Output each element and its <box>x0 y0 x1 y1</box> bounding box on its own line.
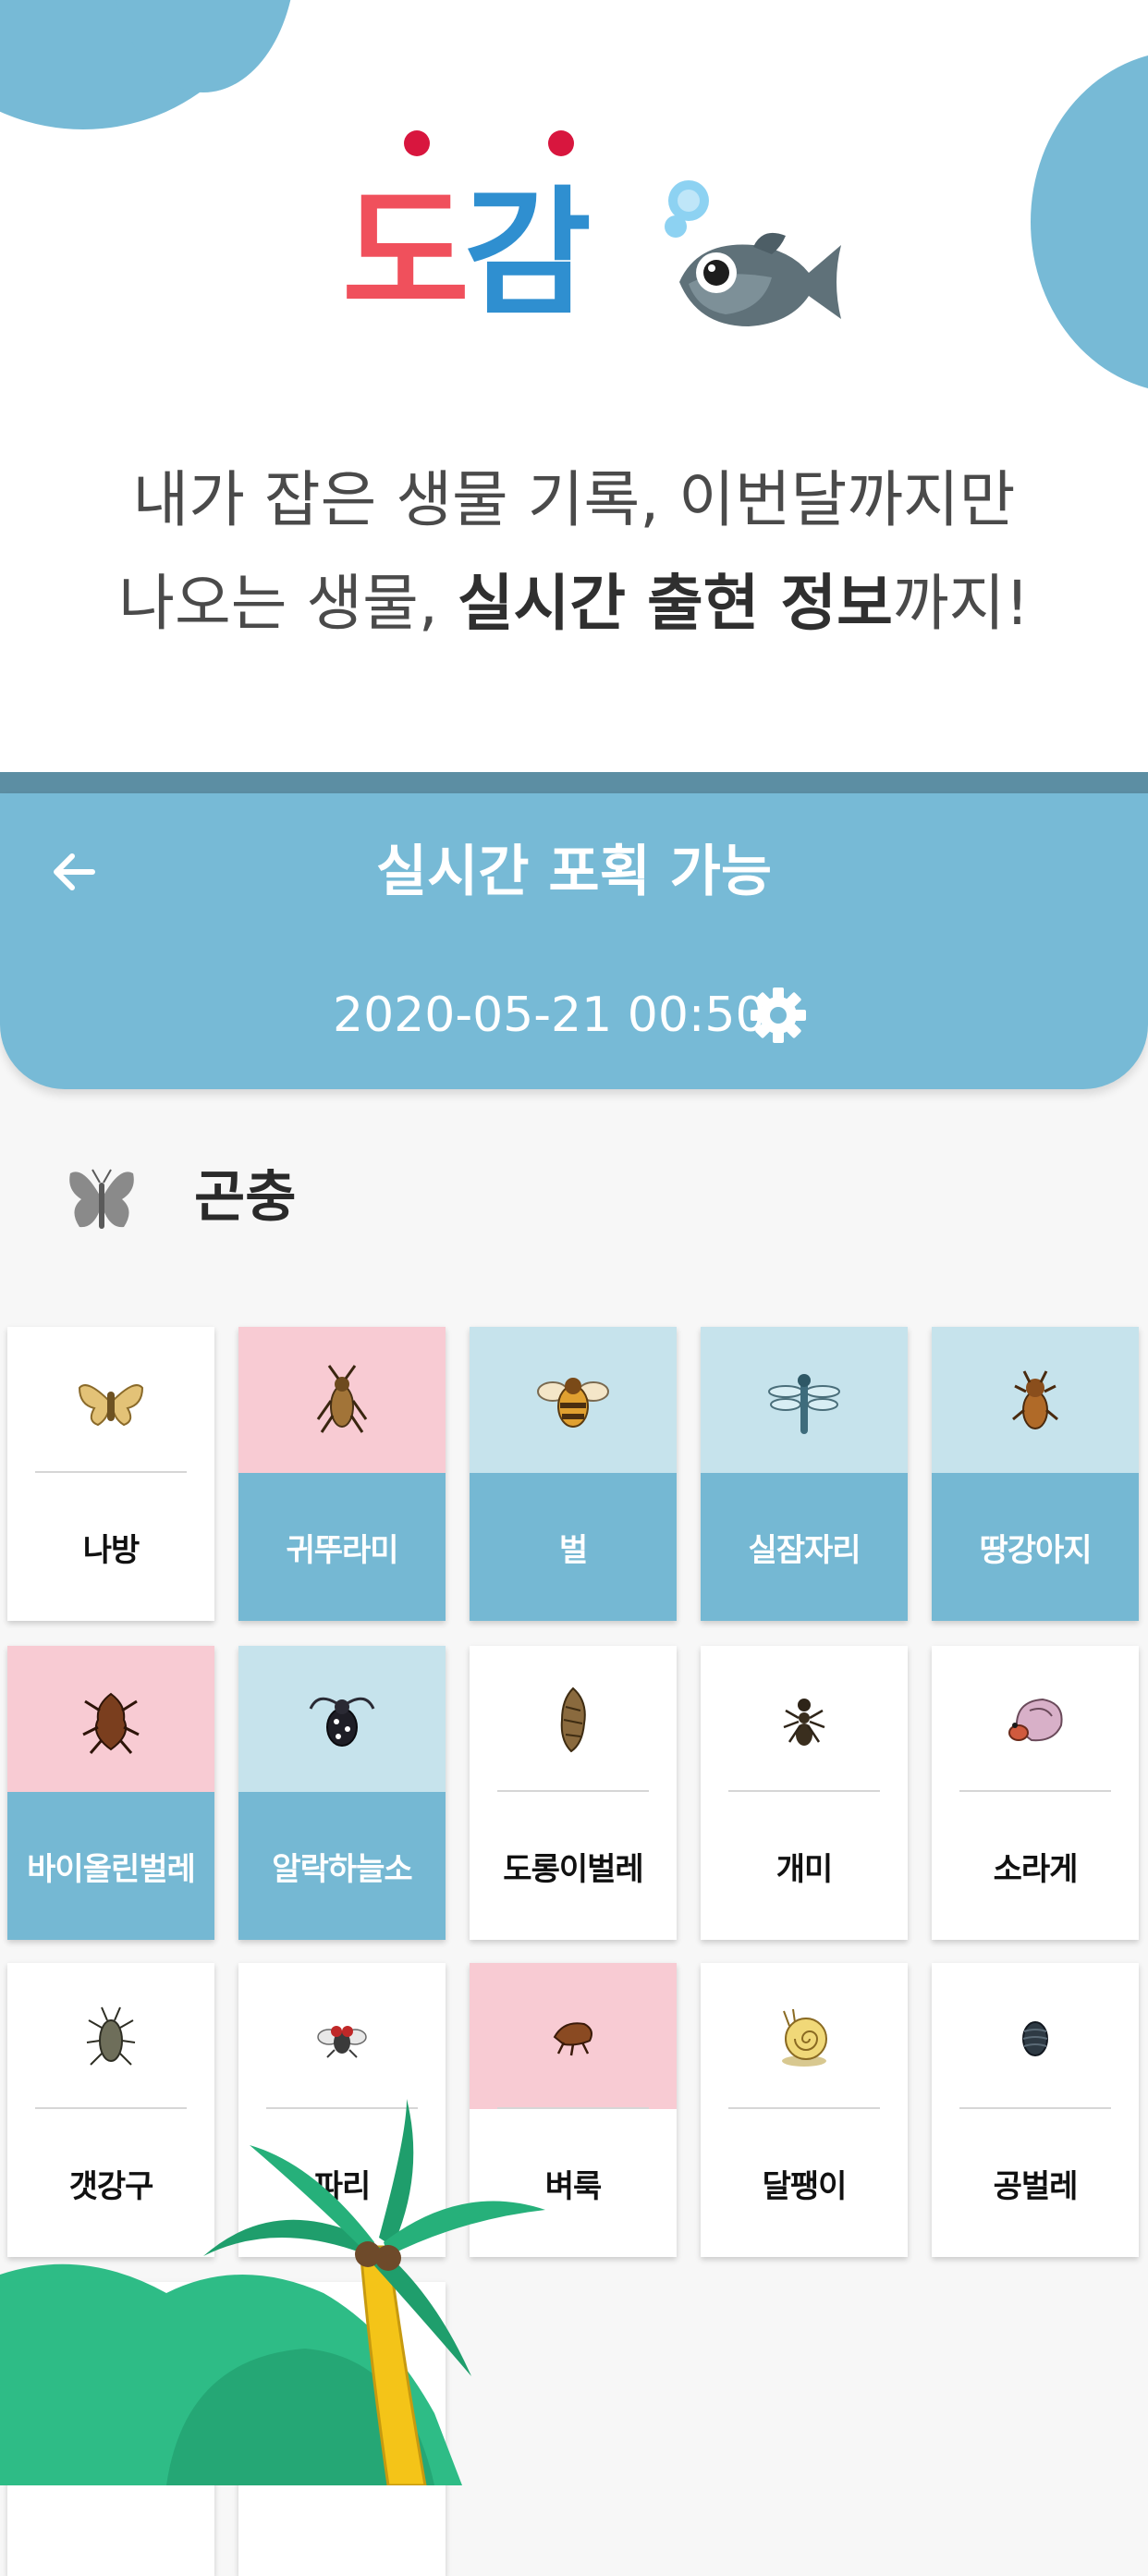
card-image-area <box>701 1327 908 1473</box>
moth-icon <box>78 1384 144 1427</box>
logo-text: 도감 <box>342 143 592 365</box>
card-image-area <box>238 1327 446 1473</box>
creature-card-damselfly[interactable]: 실잠자리 <box>701 1327 908 1621</box>
app-logo: 도감 <box>342 125 841 365</box>
card-image-area <box>7 1963 214 2109</box>
butterfly-icon <box>69 1169 134 1229</box>
decorative-blob <box>1031 51 1148 393</box>
tagline-line2-highlight: 실시간 출현 정보 <box>457 568 893 639</box>
creature-card-violin-beetle[interactable]: 바이올린벌레 <box>7 1646 214 1940</box>
creature-card-longhorn-beetle[interactable]: 알락하늘소 <box>238 1646 446 1940</box>
card-image-area <box>7 1327 214 1473</box>
tagline-line1: 내가 잡은 생물 기록, 이번달까지만 <box>132 464 1016 535</box>
card-image-area <box>238 2282 446 2428</box>
violin-beetle-icon <box>82 1692 140 1754</box>
pill-bug-icon <box>1022 2021 1048 2056</box>
creature-name: 도롱이벌레 <box>503 1850 643 1888</box>
creature-card-fly[interactable]: 파리 <box>238 1963 446 2257</box>
creature-card-cricket[interactable]: 귀뚜라미 <box>238 1327 446 1621</box>
creature-name: 개미 <box>776 1850 834 1888</box>
card-image-area <box>238 1646 446 1792</box>
creature-name: 나방 <box>82 1531 140 1569</box>
app-header: 실시간 포획 가능 2020-05-21 00:50 <box>0 793 1148 1089</box>
gear-icon[interactable] <box>749 986 808 1045</box>
creature-card-mole-cricket[interactable]: 땅강아지 <box>932 1327 1139 1621</box>
section-title: 곤충 <box>194 1165 297 1230</box>
section-header-insects: 곤충 <box>65 1151 619 1253</box>
creature-card-bagworm[interactable]: 도롱이벌레 <box>470 1646 677 1940</box>
tagline-line2-c: 까지! <box>892 568 1030 639</box>
creature-card-snail[interactable]: 달팽이 <box>701 1963 908 2257</box>
snail-icon <box>782 2008 827 2067</box>
creature-card-wharf-roach[interactable]: 갯강구 <box>7 1963 214 2257</box>
creature-name: 파리 <box>313 2167 372 2205</box>
card-image-area <box>7 1646 214 1792</box>
current-datetime: 2020-05-21 00:50 <box>333 987 766 1043</box>
creature-grid: 나방 귀뚜라미 벌 실잠자리 땅강아지 바이올린벌레 알락하늘소 도롱이벌레 개… <box>7 1327 1148 2576</box>
creature-name: 달팽이 <box>762 2167 848 2205</box>
card-image-area <box>932 1646 1139 1792</box>
card-image-area <box>470 1327 677 1473</box>
creature-card-flea[interactable]: 벼룩 <box>470 1963 677 2257</box>
creature-name: 알락하늘소 <box>272 1850 412 1888</box>
creature-card-bee[interactable]: 벌 <box>470 1327 677 1621</box>
tagline-line2-a: 나오는 생물, <box>118 568 458 639</box>
creature-card-partial[interactable] <box>238 2282 446 2576</box>
promo-tagline: 내가 잡은 생물 기록, 이번달까지만 나오는 생물, 실시간 출현 정보까지! <box>0 448 1148 656</box>
ant-icon <box>783 1699 825 1746</box>
hermit-crab-icon <box>1008 1698 1063 1742</box>
fish-icon <box>665 180 841 326</box>
status-bar <box>0 772 1148 795</box>
creature-card-ant[interactable]: 개미 <box>701 1646 908 1940</box>
creature-name: 벌 <box>558 1531 588 1569</box>
longhorn-beetle-icon <box>309 1697 375 1747</box>
tagline-line2: 나오는 생물, 실시간 출현 정보까지! <box>0 552 1148 656</box>
flea-icon <box>553 2022 592 2056</box>
bagworm-icon <box>560 1687 586 1753</box>
card-image-area <box>238 1963 446 2109</box>
creature-card-partial[interactable] <box>7 2282 214 2576</box>
mole-cricket-icon <box>1012 1370 1058 1429</box>
creature-name: 갯강구 <box>68 2167 154 2205</box>
card-image-area <box>470 1646 677 1792</box>
card-image-area <box>470 1963 677 2109</box>
creature-card-moth[interactable]: 나방 <box>7 1327 214 1621</box>
card-image-area <box>701 1646 908 1792</box>
creature-name: 벼룩 <box>544 2167 603 2205</box>
cricket-icon <box>316 1365 368 1433</box>
dragonfly-icon <box>768 1374 840 1434</box>
creature-name: 귀뚜라미 <box>286 1531 398 1569</box>
creature-name: 실잠자리 <box>748 1531 861 1569</box>
wharf-roach-icon <box>86 2006 136 2066</box>
creature-name: 땅강아지 <box>979 1531 1092 1569</box>
card-image-area <box>7 2282 214 2428</box>
card-image-area <box>701 1963 908 2109</box>
card-image-area <box>932 1963 1139 2109</box>
creature-card-hermit-crab[interactable]: 소라게 <box>932 1646 1139 1940</box>
creature-name: 소라게 <box>993 1850 1079 1888</box>
page-title: 실시간 포획 가능 <box>375 840 773 904</box>
bee-icon <box>537 1378 609 1428</box>
logo-part1: 도 <box>342 174 470 335</box>
logo-part2: 감 <box>464 174 592 335</box>
creature-name: 공벌레 <box>993 2167 1079 2205</box>
creature-name: 바이올린벌레 <box>27 1850 196 1888</box>
creature-card-pill-bug[interactable]: 공벌레 <box>932 1963 1139 2257</box>
fly-icon <box>317 2026 367 2058</box>
card-image-area <box>932 1327 1139 1473</box>
promo-banner: 도감 내가 잡은 생물 기록, 이번달까지만 나오는 생물, 실시간 출현 정보… <box>0 0 1148 777</box>
